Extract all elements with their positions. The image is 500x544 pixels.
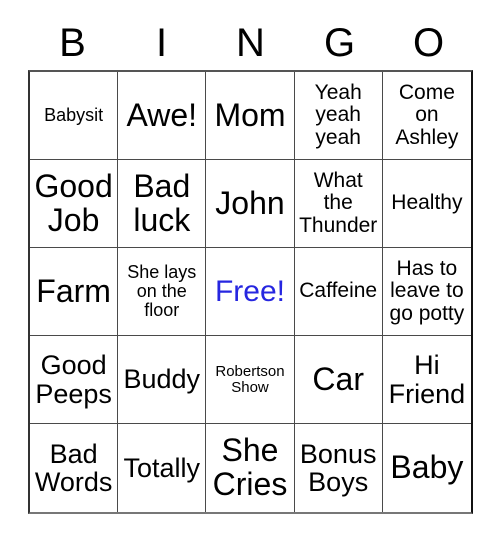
bingo-cell-label: Bad luck	[133, 167, 191, 238]
bingo-cell-label: Hi Friend	[388, 350, 466, 409]
bingo-header: B I N G O	[28, 18, 473, 68]
bingo-cell-label: Farm	[36, 272, 111, 309]
bingo-cell[interactable]: Baby	[382, 424, 471, 512]
bingo-cell-label: Good Peeps	[35, 350, 112, 409]
bingo-cell-label: Baby	[390, 449, 464, 486]
bingo-cell-label: Car	[312, 360, 364, 397]
bingo-card: B I N G O Babysit Awe! Mom Yeah yeah yeah Co…	[0, 0, 500, 544]
bingo-cell[interactable]: Babysit	[30, 72, 119, 160]
bingo-cell-label: Bad Words	[34, 438, 113, 497]
bingo-cell[interactable]: Totally	[118, 424, 207, 512]
bingo-cell-label: Totally	[123, 452, 201, 483]
bingo-cell[interactable]: John	[206, 160, 295, 248]
bingo-cell[interactable]: Yeah yeah yeah	[294, 72, 383, 160]
bingo-cell-label: Babysit	[44, 105, 104, 126]
bingo-cell-label: Mom	[214, 96, 286, 133]
bingo-cell[interactable]: Hi Friend	[382, 336, 471, 424]
bingo-cell-label: Good Job	[34, 167, 113, 238]
bingo-cell[interactable]: Mom	[206, 72, 295, 160]
bingo-cell[interactable]: Farm	[30, 248, 119, 336]
bingo-cell-label: Bonus Boys	[299, 438, 377, 497]
bingo-cell[interactable]: Bad Words	[30, 424, 119, 512]
bingo-cell-label: Healthy	[391, 191, 463, 215]
bingo-cell[interactable]: Bonus Boys	[294, 424, 383, 512]
bingo-cell[interactable]: Car	[294, 336, 383, 424]
bingo-cell[interactable]: Come on Ashley	[382, 72, 471, 160]
bingo-cell-label: What the Thunder	[299, 169, 378, 237]
bingo-cell-label: She lays on the floor	[127, 262, 197, 320]
bingo-cell[interactable]: Healthy	[382, 160, 471, 248]
bingo-cell[interactable]: She Cries	[206, 424, 295, 512]
bingo-cell[interactable]: Bad luck	[118, 160, 207, 248]
bingo-cell-label: Caffeine	[299, 279, 378, 303]
header-letter-b: B	[59, 21, 86, 65]
bingo-cell-label: Come on Ashley	[395, 81, 459, 149]
bingo-cell[interactable]: Robertson Show	[206, 336, 295, 424]
bingo-cell[interactable]: Good Job	[30, 160, 119, 248]
bingo-cell[interactable]: Has to leave to go potty	[382, 248, 471, 336]
bingo-grid: Babysit Awe! Mom Yeah yeah yeah Come on Ashl…	[28, 70, 473, 514]
bingo-cell[interactable]: Awe!	[118, 72, 207, 160]
bingo-cell-free[interactable]: Free!	[206, 248, 295, 336]
header-letter-g: G	[323, 21, 356, 65]
bingo-cell-label: John	[215, 184, 285, 221]
bingo-cell-label: Awe!	[126, 96, 198, 133]
bingo-cell-label: Free!	[214, 274, 285, 308]
bingo-cell[interactable]: Good Peeps	[30, 336, 119, 424]
bingo-cell[interactable]: Caffeine	[294, 248, 383, 336]
bingo-cell-label: Buddy	[123, 364, 201, 395]
bingo-cell[interactable]: What the Thunder	[294, 160, 383, 248]
header-letter-i: I	[155, 21, 168, 65]
bingo-cell-label: Robertson Show	[215, 362, 285, 396]
bingo-cell[interactable]: She lays on the floor	[118, 248, 207, 336]
bingo-cell-label: She Cries	[212, 432, 288, 502]
header-letter-n: N	[236, 21, 265, 65]
bingo-cell-label: Yeah yeah yeah	[314, 81, 362, 149]
bingo-cell-label: Has to leave to go potty	[389, 257, 465, 325]
header-letter-o: O	[412, 21, 445, 65]
bingo-cell[interactable]: Buddy	[118, 336, 207, 424]
